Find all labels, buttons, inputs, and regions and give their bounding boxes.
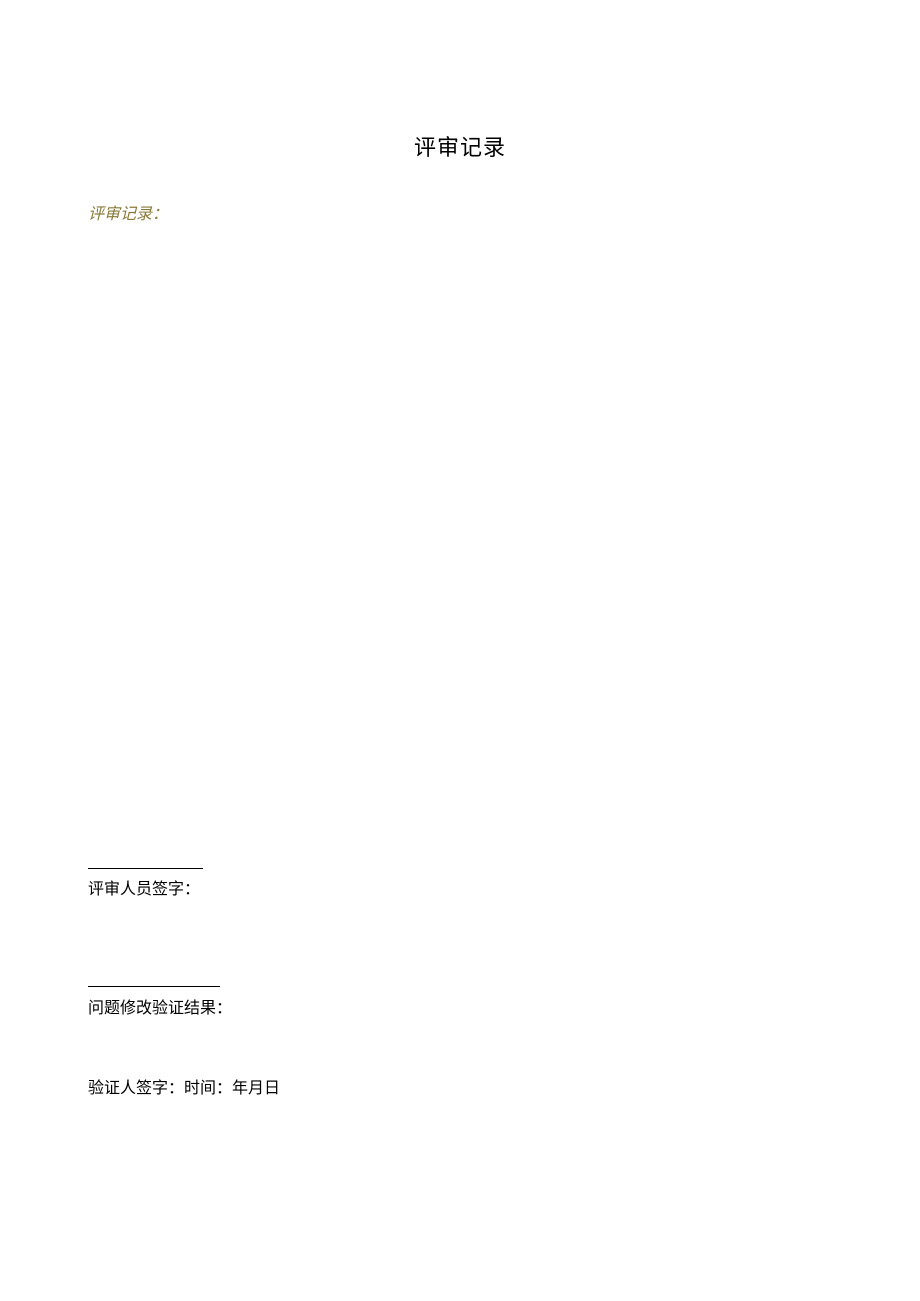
verification-result-line [88, 986, 220, 987]
reviewer-signature-label: 评审人员签字： [88, 875, 200, 899]
reviewer-signature-line [88, 868, 203, 869]
verification-result-label: 问题修改验证结果： [88, 994, 232, 1018]
verifier-signature-label: 验证人签字：时间：年月日 [88, 1074, 280, 1098]
page-title: 评审记录 [0, 130, 920, 162]
review-record-label: 评审记录： [88, 200, 168, 224]
